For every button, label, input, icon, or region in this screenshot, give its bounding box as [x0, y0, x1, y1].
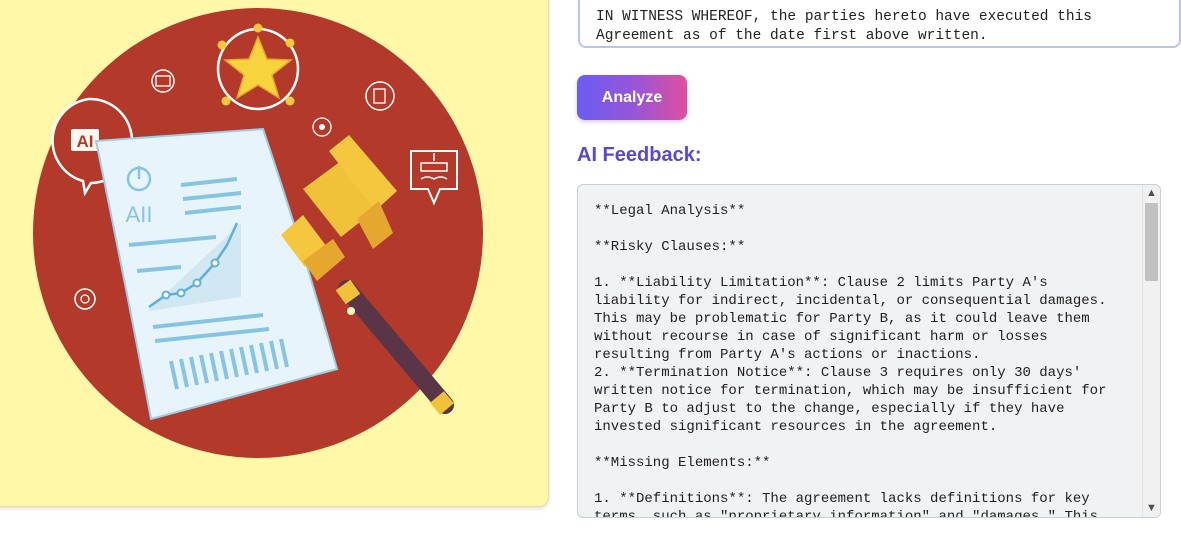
ai-feedback-text: **Legal Analysis** **Risky Clauses:** 1.…: [594, 203, 1107, 518]
scroll-down-arrow-icon[interactable]: ▼: [1143, 500, 1160, 517]
chat-badge-text: AI: [77, 132, 94, 151]
scroll-up-arrow-icon[interactable]: ▲: [1143, 185, 1160, 202]
document-ai-label: AII: [126, 202, 153, 227]
ai-feedback-output[interactable]: **Legal Analysis** **Risky Clauses:** 1.…: [577, 184, 1161, 518]
ai-feedback-heading: AI Feedback:: [577, 144, 702, 166]
analyze-button[interactable]: Analyze: [577, 75, 687, 120]
contract-text-input[interactable]: IN WITNESS WHEREOF, the parties hereto h…: [578, 0, 1181, 48]
scroll-thumb[interactable]: [1145, 203, 1158, 281]
feedback-scrollbar[interactable]: ▲ ▼: [1142, 185, 1160, 517]
hero-illustration-card: AI AII: [0, 0, 549, 507]
legal-ai-illustration: AI AII: [33, 8, 483, 458]
